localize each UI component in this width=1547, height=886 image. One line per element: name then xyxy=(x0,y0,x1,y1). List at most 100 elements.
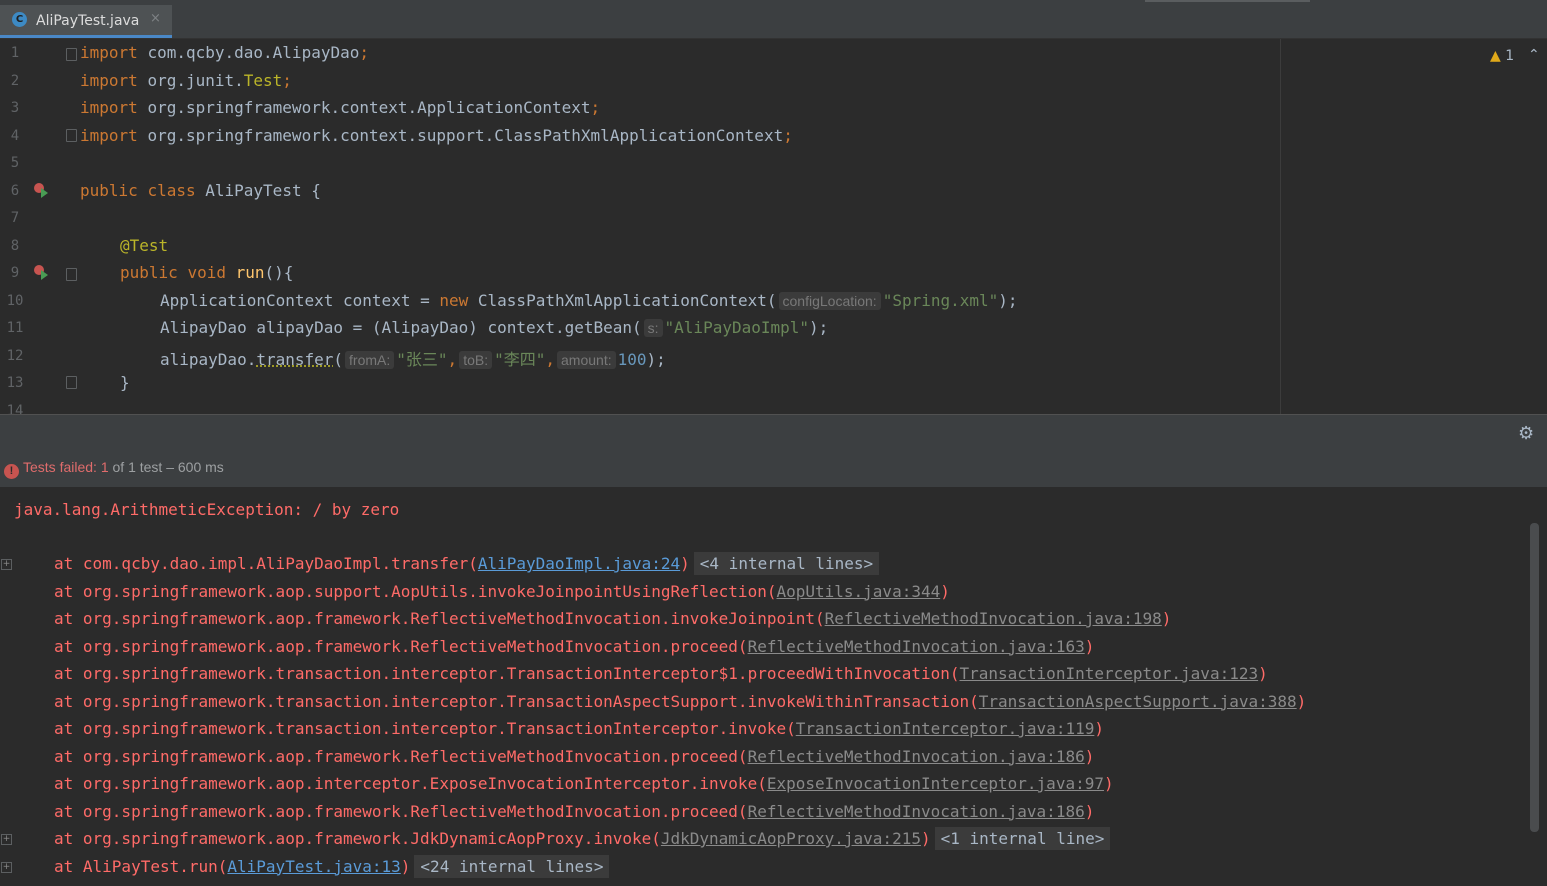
code-line-8: @Test xyxy=(120,236,169,255)
line-number: 1 xyxy=(10,45,20,61)
source-link[interactable]: ExposeInvocationInterceptor.java:97 xyxy=(767,774,1104,793)
fold-marker-icon[interactable] xyxy=(66,268,77,281)
source-link[interactable]: JdkDynamicAopProxy.java:215 xyxy=(661,829,921,848)
internal-lines-fold[interactable]: <1 internal line> xyxy=(934,827,1111,850)
code-line-13: } xyxy=(120,373,130,392)
stack-frame: at org.springframework.transaction.inter… xyxy=(54,719,1104,738)
stack-frame-suffix: ) xyxy=(1084,636,1095,656)
stack-frame-method: at org.springframework.aop.framework.Ref… xyxy=(54,636,748,656)
parameter-hint: amount: xyxy=(557,351,616,369)
source-link[interactable]: ReflectiveMethodInvocation.java:198 xyxy=(825,609,1162,628)
code-line-11: AlipayDao alipayDao = (AlipayDao) contex… xyxy=(160,318,829,337)
fold-marker-icon[interactable] xyxy=(66,129,77,142)
stack-frame-method: at org.springframework.transaction.inter… xyxy=(54,719,796,738)
tab-alipaytest-java[interactable]: C AliPayTest.java × xyxy=(0,5,172,38)
source-link[interactable]: TransactionInterceptor.java:119 xyxy=(796,719,1095,738)
close-icon[interactable]: × xyxy=(150,11,161,26)
stack-frame-method: at org.springframework.aop.framework.Ref… xyxy=(54,746,748,766)
code-line-9: public void run(){ xyxy=(120,263,294,282)
line-number: 14 xyxy=(6,403,24,414)
test-results-panel: ⚙ ! Tests failed: 1 of 1 test – 600 ms ja… xyxy=(0,414,1547,886)
warning-icon: ▲ xyxy=(1490,48,1501,64)
line-number: 5 xyxy=(10,155,20,171)
line-number: 3 xyxy=(10,100,20,116)
stack-frame-method: at org.springframework.aop.framework.Jdk… xyxy=(54,829,661,848)
source-link[interactable]: AopUtils.java:344 xyxy=(776,582,940,601)
stack-frame: at org.springframework.transaction.inter… xyxy=(54,664,1268,683)
line-number: 7 xyxy=(10,210,20,226)
line-number: 6 xyxy=(10,183,20,199)
stack-frame-suffix: ) xyxy=(920,829,931,848)
exception-message: java.lang.ArithmeticException: / by zero xyxy=(14,500,400,519)
stack-frame-method: at com.qcby.dao.impl.AliPayDaoImpl.trans… xyxy=(54,554,478,573)
editor-tab-bar: C AliPayTest.java × xyxy=(0,0,1547,39)
stack-frame-suffix: ) xyxy=(1084,746,1095,766)
stack-frame-suffix: ) xyxy=(1161,609,1172,628)
stack-frame: at org.springframework.aop.framework.Ref… xyxy=(54,637,1094,656)
code-line-4: import org.springframework.context.suppo… xyxy=(80,126,793,145)
run-test-class-icon[interactable] xyxy=(34,183,48,198)
active-tab-indicator xyxy=(0,35,172,38)
stack-frame-method: at AliPayTest.run( xyxy=(54,856,228,876)
source-link[interactable]: ReflectiveMethodInvocation.java:163 xyxy=(748,637,1085,656)
code-line-10: ApplicationContext context = new ClassPa… xyxy=(160,291,1018,310)
stack-frame-suffix: ) xyxy=(1103,774,1114,793)
stack-frame-method: at org.springframework.transaction.inter… xyxy=(54,691,979,711)
java-class-icon: C xyxy=(12,12,27,27)
expand-frames-icon[interactable]: + xyxy=(1,834,12,845)
source-link[interactable]: TransactionAspectSupport.java:388 xyxy=(979,692,1297,711)
code-line-12: alipayDao.transfer(fromA: "张三", toB: "李四", a… xyxy=(160,350,666,369)
chevron-up-icon[interactable]: ⌃ xyxy=(1528,47,1540,63)
warnings-count: 1 xyxy=(1505,48,1515,64)
stack-frame-suffix: ) xyxy=(940,581,950,601)
vertical-scrollbar[interactable] xyxy=(1530,523,1539,832)
source-link[interactable]: ReflectiveMethodInvocation.java:186 xyxy=(748,802,1085,821)
status-failed: Tests failed: 1 xyxy=(23,459,109,475)
line-number: 9 xyxy=(10,265,20,281)
run-test-method-icon[interactable] xyxy=(34,265,48,280)
line-number: 4 xyxy=(10,128,20,144)
stack-frame: at org.springframework.aop.framework.Ref… xyxy=(54,802,1094,821)
internal-lines-fold[interactable]: <4 internal lines> xyxy=(693,552,880,575)
line-number: 11 xyxy=(6,320,24,336)
stack-frame-suffix: ) xyxy=(680,554,690,573)
test-status: ! Tests failed: 1 of 1 test – 600 ms xyxy=(4,459,224,479)
stack-frame-method: at org.springframework.aop.support.AopUt… xyxy=(54,581,777,601)
gear-icon[interactable]: ⚙ xyxy=(1518,423,1534,444)
line-number: 12 xyxy=(6,348,24,364)
source-link[interactable]: AliPayDaoImpl.java:24 xyxy=(478,554,680,573)
line-number: 10 xyxy=(6,293,24,309)
code-line-6: public class AliPayTest { xyxy=(80,181,321,200)
parameter-hint: fromA: xyxy=(345,351,395,369)
stack-frame: at com.qcby.dao.impl.AliPayDaoImpl.trans… xyxy=(54,552,880,575)
stack-frame: at org.springframework.aop.interceptor.E… xyxy=(54,774,1114,793)
stack-frame-method: at org.springframework.transaction.inter… xyxy=(54,664,960,683)
warnings-indicator[interactable]: ▲ 1 xyxy=(1490,48,1514,64)
stack-frame: at org.springframework.aop.framework.Ref… xyxy=(54,609,1171,628)
fold-marker-icon[interactable] xyxy=(66,48,77,61)
stack-frame-suffix: ) xyxy=(400,856,411,876)
stack-frame-suffix: ) xyxy=(1084,801,1095,821)
stack-frame: at org.springframework.aop.support.AopUt… xyxy=(54,582,950,601)
test-output-console[interactable]: java.lang.ArithmeticException: / by zero… xyxy=(0,487,1547,886)
stack-frame-suffix: ) xyxy=(1094,719,1104,738)
expand-frames-icon[interactable]: + xyxy=(1,861,12,873)
source-link[interactable]: TransactionInterceptor.java:123 xyxy=(959,664,1258,683)
line-number: 2 xyxy=(10,73,20,89)
stack-frame: at org.springframework.aop.framework.Ref… xyxy=(54,747,1094,766)
internal-lines-fold[interactable]: <24 internal lines> xyxy=(414,854,610,878)
stack-frame: at AliPayTest.run(AliPayTest.java:13) <24… xyxy=(54,854,610,878)
source-link[interactable]: ReflectiveMethodInvocation.java:186 xyxy=(748,747,1085,766)
error-icon: ! xyxy=(4,464,19,479)
code-line-3: import org.springframework.context.Appli… xyxy=(80,98,601,117)
fold-marker-icon[interactable] xyxy=(66,376,77,389)
parameter-hint: s: xyxy=(643,319,663,337)
code-editor[interactable]: ▲ 1 ⌃ 1 2 3 4 5 6 7 8 9 10 11 12 13 14 i… xyxy=(0,39,1547,414)
expand-frames-icon[interactable]: + xyxy=(1,559,12,570)
line-number: 13 xyxy=(6,375,24,391)
right-margin-guide xyxy=(1280,39,1281,414)
stack-frame-method: at org.springframework.aop.interceptor.E… xyxy=(54,774,767,793)
parameter-hint: configLocation: xyxy=(778,292,881,310)
source-link[interactable]: AliPayTest.java:13 xyxy=(227,857,400,876)
stack-frame: at org.springframework.transaction.inter… xyxy=(54,692,1306,711)
